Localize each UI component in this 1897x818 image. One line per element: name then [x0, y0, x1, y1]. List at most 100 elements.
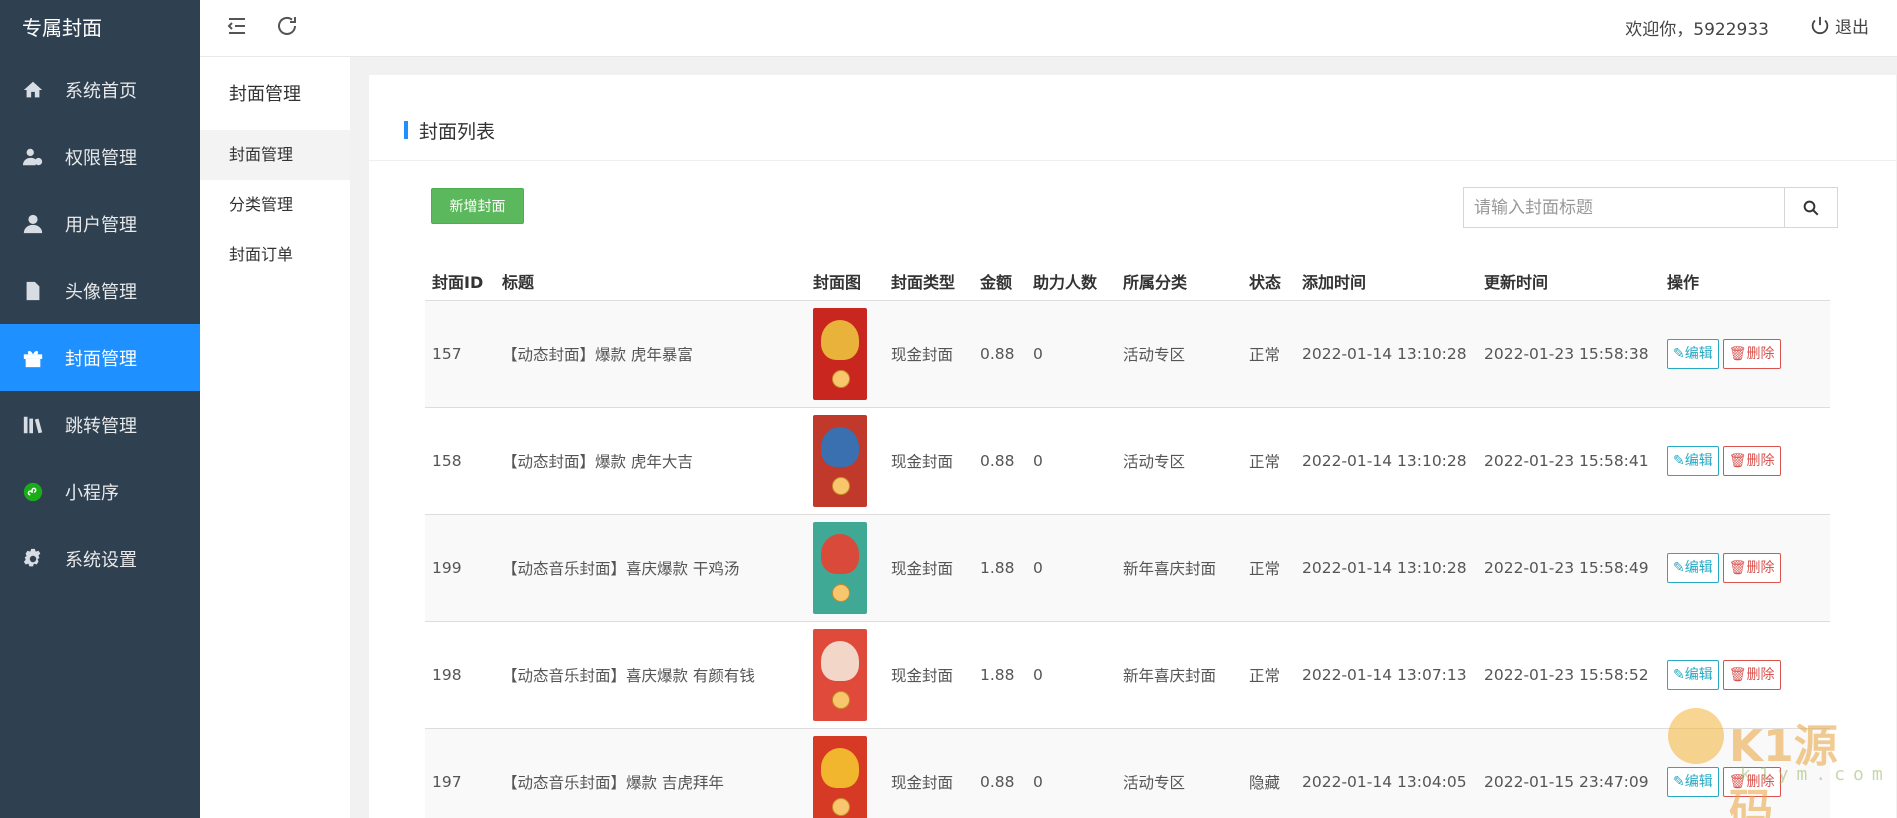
delete-label: 删除 [1746, 452, 1775, 469]
cell-added-time: 2022-01-14 13:10:28 [1295, 514, 1477, 622]
cell-id: 157 [425, 300, 495, 408]
edit-button[interactable]: ✎编辑 [1667, 445, 1719, 476]
watermark-url: k1ym.com [1740, 764, 1891, 785]
cover-thumbnail[interactable] [813, 414, 867, 507]
submenu-item-covers[interactable]: 封面管理 [200, 130, 350, 180]
cell-status: 正常 [1242, 300, 1295, 408]
cover-thumbnail[interactable] [813, 307, 867, 400]
top-header: 欢迎你，5922933 退出 [200, 0, 1897, 57]
cell-status: 正常 [1242, 407, 1295, 515]
sidebar-item-permissions[interactable]: 权限管理 [0, 123, 200, 190]
trash-icon: 🗑 [1728, 452, 1747, 469]
pencil-icon: ✎ [1673, 666, 1685, 683]
column-header: 更新时间 [1477, 262, 1660, 301]
sidebar-item-label: 封面管理 [65, 348, 137, 370]
logout-label: 退出 [1835, 18, 1869, 38]
sidebar-item-label: 系统设置 [65, 549, 137, 571]
cell-id: 198 [425, 621, 495, 729]
cell-helpers: 0 [1026, 300, 1116, 408]
column-header: 标题 [495, 262, 806, 301]
sidebar-item-settings[interactable]: 系统设置 [0, 525, 200, 592]
table-row: 199 【动态音乐封面】喜庆爆款 干鸡汤 现金封面 1.88 0 新年喜庆封面 正常 2022… [425, 514, 1830, 622]
sidebar-item-avatars[interactable]: 头像管理 [0, 257, 200, 324]
panel-header: 封面列表 [369, 75, 1896, 161]
edit-label: 编辑 [1684, 452, 1713, 469]
cover-thumbnail[interactable] [813, 735, 867, 818]
logout-button[interactable]: 退出 [1809, 13, 1869, 38]
cell-title: 【动态封面】爆款 虎年暴富 [495, 300, 806, 408]
column-header: 状态 [1242, 262, 1295, 301]
cell-updated-time: 2022-01-23 15:58:52 [1477, 621, 1660, 729]
delete-button[interactable]: 🗑删除 [1722, 445, 1781, 476]
cell-amount: 0.88 [973, 300, 1026, 408]
cell-amount: 0.88 [973, 407, 1026, 515]
welcome-text: 欢迎你，5922933 [1625, 20, 1769, 40]
mini-program-icon [22, 481, 44, 503]
column-header: 封面ID [425, 262, 495, 301]
edit-label: 编辑 [1684, 345, 1713, 362]
cell-title: 【动态音乐封面】爆款 吉虎拜年 [495, 728, 806, 818]
power-icon [1811, 16, 1829, 34]
watermark-logo: K1源码 k1ym.com [1665, 700, 1883, 818]
submenu-item-categories[interactable]: 分类管理 [200, 180, 350, 230]
search-button[interactable] [1784, 188, 1837, 227]
cell-status: 正常 [1242, 514, 1295, 622]
sidebar-item-home[interactable]: 系统首页 [0, 56, 200, 123]
cell-cover-image [806, 621, 884, 729]
cell-actions: ✎编辑 🗑删除 [1660, 407, 1830, 515]
pencil-icon: ✎ [1673, 452, 1685, 469]
cover-thumbnail[interactable] [813, 628, 867, 721]
cell-added-time: 2022-01-14 13:10:28 [1295, 407, 1477, 515]
cover-thumbnail[interactable] [813, 521, 867, 614]
submenu-item-orders[interactable]: 封面订单 [200, 230, 350, 280]
page-title: 封面列表 [419, 121, 496, 143]
cell-cover-image [806, 728, 884, 818]
sidebar-item-label: 系统首页 [65, 80, 137, 102]
cell-added-time: 2022-01-14 13:10:28 [1295, 300, 1477, 408]
delete-label: 删除 [1746, 666, 1775, 683]
cell-amount: 1.88 [973, 514, 1026, 622]
cell-cover-image [806, 407, 884, 515]
edit-button[interactable]: ✎编辑 [1667, 338, 1719, 369]
sidebar-item-covers[interactable]: 封面管理 [0, 324, 200, 391]
refresh-icon[interactable] [275, 14, 299, 38]
add-cover-button[interactable]: 新增封面 [431, 188, 524, 224]
delete-button[interactable]: 🗑删除 [1722, 552, 1781, 583]
cover-artwork [821, 533, 859, 574]
submenu: 封面管理 封面管理 分类管理 封面订单 [200, 57, 350, 818]
cell-id: 158 [425, 407, 495, 515]
cell-title: 【动态音乐封面】喜庆爆款 有颜有钱 [495, 621, 806, 729]
table-row: 158 【动态封面】爆款 虎年大吉 现金封面 0.88 0 活动专区 正常 2022-01-1… [425, 407, 1830, 515]
delete-button[interactable]: 🗑删除 [1722, 659, 1781, 690]
cell-added-time: 2022-01-14 13:04:05 [1295, 728, 1477, 818]
table-row: 197 【动态音乐封面】爆款 吉虎拜年 现金封面 0.88 0 活动专区 隐藏 2022-01… [425, 728, 1830, 818]
cell-amount: 0.88 [973, 728, 1026, 818]
sidebar-item-label: 头像管理 [65, 281, 137, 303]
collapse-menu-icon[interactable] [225, 14, 249, 38]
sidebar-item-mini-program[interactable]: 小程序 [0, 458, 200, 525]
search-input[interactable] [1464, 188, 1784, 227]
cell-amount: 1.88 [973, 621, 1026, 729]
cell-id: 197 [425, 728, 495, 818]
edit-button[interactable]: ✎编辑 [1667, 659, 1719, 690]
edit-button[interactable]: ✎编辑 [1667, 552, 1719, 583]
sidebar-item-redirects[interactable]: 跳转管理 [0, 391, 200, 458]
cell-title: 【动态音乐封面】喜庆爆款 干鸡汤 [495, 514, 806, 622]
sidebar-item-users[interactable]: 用户管理 [0, 190, 200, 257]
file-icon [22, 280, 44, 302]
cell-type: 现金封面 [884, 728, 973, 818]
cell-category: 新年喜庆封面 [1116, 621, 1242, 729]
trash-icon: 🗑 [1728, 559, 1747, 576]
delete-button[interactable]: 🗑删除 [1722, 338, 1781, 369]
column-header: 所属分类 [1116, 262, 1242, 301]
cell-updated-time: 2022-01-23 15:58:38 [1477, 300, 1660, 408]
cell-helpers: 0 [1026, 728, 1116, 818]
cell-type: 现金封面 [884, 514, 973, 622]
pencil-icon: ✎ [1673, 345, 1685, 362]
cell-type: 现金封面 [884, 407, 973, 515]
delete-label: 删除 [1746, 345, 1775, 362]
sidebar-item-label: 跳转管理 [65, 415, 137, 437]
cover-table: 封面ID 标题 封面图 封面类型 金额 助力人数 所属分类 状态 添加时间 更新… [425, 262, 1830, 818]
cell-actions: ✎编辑 🗑删除 [1660, 300, 1830, 408]
column-header: 封面图 [806, 262, 884, 301]
